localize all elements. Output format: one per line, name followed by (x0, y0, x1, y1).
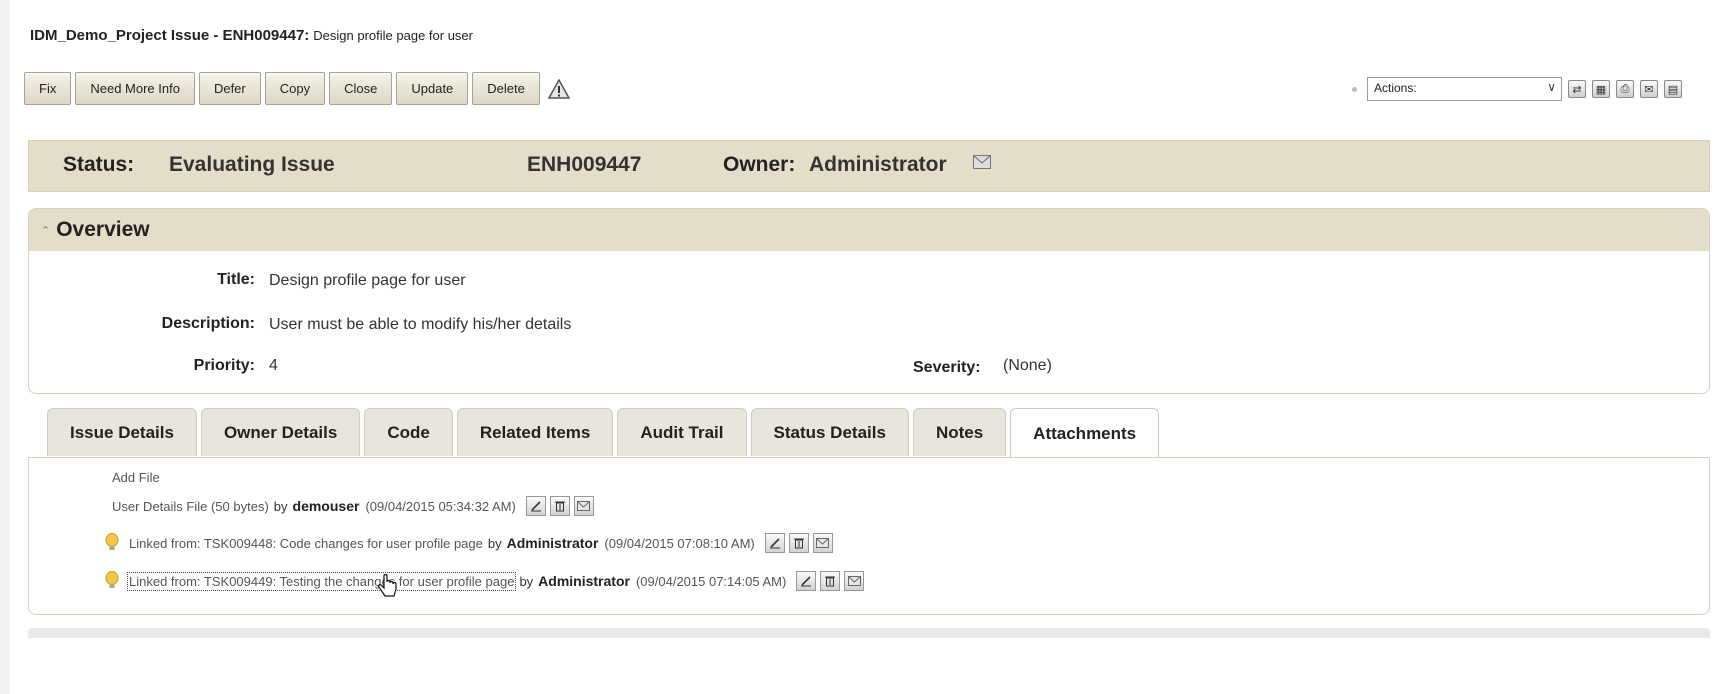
owner-label: Owner: (723, 153, 796, 176)
tab-issue-details[interactable]: Issue Details (47, 408, 197, 456)
actions-select[interactable]: Actions: ∨ (1367, 77, 1562, 101)
page-title: IDM_Demo_Project Issue - ENH009447: Desig… (30, 27, 473, 44)
trash-icon[interactable] (820, 571, 841, 591)
attachments-panel: Add File User Details File (50 bytes) by… (28, 457, 1710, 615)
email-icon[interactable] (573, 496, 594, 516)
bullet-icon (1352, 86, 1357, 92)
print-icon[interactable]: ⎙ (1616, 80, 1634, 98)
next-panel-edge (28, 628, 1710, 638)
need-more-info-button[interactable]: Need More Info (75, 72, 195, 105)
trash-icon[interactable] (549, 496, 570, 516)
linked-item-link[interactable]: Linked from: TSK009448: Code changes for… (129, 536, 483, 551)
warning-icon[interactable] (546, 76, 572, 102)
attachment-link[interactable]: User Details File (50 bytes) (112, 499, 269, 514)
linked-item-link[interactable]: Linked from: TSK009449: Testing the chan… (126, 571, 517, 591)
by-label: by (273, 498, 288, 514)
attachment-row: Linked from: TSK009448: Code changes for… (105, 533, 833, 553)
tab-notes[interactable]: Notes (912, 408, 1007, 456)
trash-icon[interactable] (788, 533, 809, 553)
attachment-row: User Details File (50 bytes) by demouser… (112, 496, 594, 516)
attachment-user: Administrator (506, 535, 599, 551)
overview-panel: ⌃ Overview Title: Design profile page fo… (28, 208, 1710, 394)
tab-related-items[interactable]: Related Items (456, 408, 614, 456)
edit-icon[interactable] (525, 496, 546, 516)
attachment-user: Administrator (538, 573, 630, 589)
description-value: User must be able to modify his/her deta… (269, 316, 572, 333)
fix-button[interactable]: Fix (24, 72, 72, 105)
add-file-link[interactable]: Add File (112, 470, 160, 485)
status-bar: Status: Evaluating Issue ENH009447 Owner… (28, 140, 1710, 192)
edit-icon[interactable] (796, 571, 817, 591)
severity-label: Severity: (913, 359, 981, 376)
lightbulb-icon (105, 571, 119, 588)
actions-area: Actions: ∨ ⇄ ▦ ⎙ ✉ ▤ (1352, 77, 1682, 101)
issue-page: IDM_Demo_Project Issue - ENH009447: Desig… (10, 0, 1725, 694)
tab-attachments[interactable]: Attachments (1010, 408, 1160, 458)
title-value: Design profile page for user (269, 272, 466, 289)
email-icon[interactable] (812, 533, 833, 553)
attachment-date: (09/04/2015 07:08:10 AM) (604, 535, 755, 551)
by-label: by (487, 535, 502, 551)
email-icon[interactable] (844, 571, 865, 591)
copy-button[interactable]: Copy (264, 72, 326, 105)
tab-owner-details[interactable]: Owner Details (200, 408, 361, 456)
severity-value: (None) (1003, 357, 1052, 374)
overview-header[interactable]: ⌃ Overview (29, 209, 1709, 251)
close-button[interactable]: Close (329, 72, 393, 105)
trash-icon[interactable]: ▤ (1664, 80, 1682, 98)
attachment-date: (09/04/2015 05:34:32 AM) (365, 498, 516, 514)
hand-cursor-icon (378, 574, 397, 597)
status-label: Status: (63, 153, 135, 176)
description-label: Description: (161, 315, 255, 332)
priority-value: 4 (269, 357, 278, 374)
defer-button[interactable]: Defer (198, 72, 261, 105)
collapse-icon[interactable]: ⌃ (41, 224, 50, 237)
email-owner-icon[interactable] (971, 153, 993, 171)
chevron-down-icon: ∨ (1547, 80, 1556, 94)
by-label: by (519, 573, 534, 589)
attachment-row: Linked from: TSK009449: Testing the chan… (105, 571, 865, 591)
action-toolbar: Fix Need More Info Defer Copy Close Upda… (24, 72, 572, 105)
title-label: Title: (217, 271, 255, 288)
lightbulb-icon (105, 533, 119, 550)
refresh-icon[interactable]: ⇄ (1568, 80, 1586, 98)
tab-audit-trail[interactable]: Audit Trail (617, 408, 747, 456)
edit-icon[interactable] (764, 533, 785, 553)
attachment-user: demouser (292, 498, 360, 514)
email-icon[interactable]: ✉ (1640, 80, 1658, 98)
layout-icon[interactable]: ▦ (1592, 80, 1610, 98)
issue-id: ENH009447 (527, 153, 642, 176)
tab-code[interactable]: Code (364, 408, 453, 456)
status-value: Evaluating Issue (169, 153, 335, 176)
overview-heading: Overview (56, 218, 150, 241)
issue-title: IDM_Demo_Project Issue - ENH009447: (30, 27, 310, 44)
priority-label: Priority: (193, 357, 255, 374)
delete-button[interactable]: Delete (472, 72, 540, 105)
update-button[interactable]: Update (396, 72, 469, 105)
tab-bar: Issue Details Owner Details Code Related… (47, 408, 1160, 458)
issue-subtitle: Design profile page for user (313, 28, 473, 43)
owner-value: Administrator (809, 153, 947, 176)
tab-status-details[interactable]: Status Details (750, 408, 909, 456)
actions-select-value: Actions: (1374, 81, 1417, 95)
attachment-date: (09/04/2015 07:14:05 AM) (635, 573, 787, 589)
